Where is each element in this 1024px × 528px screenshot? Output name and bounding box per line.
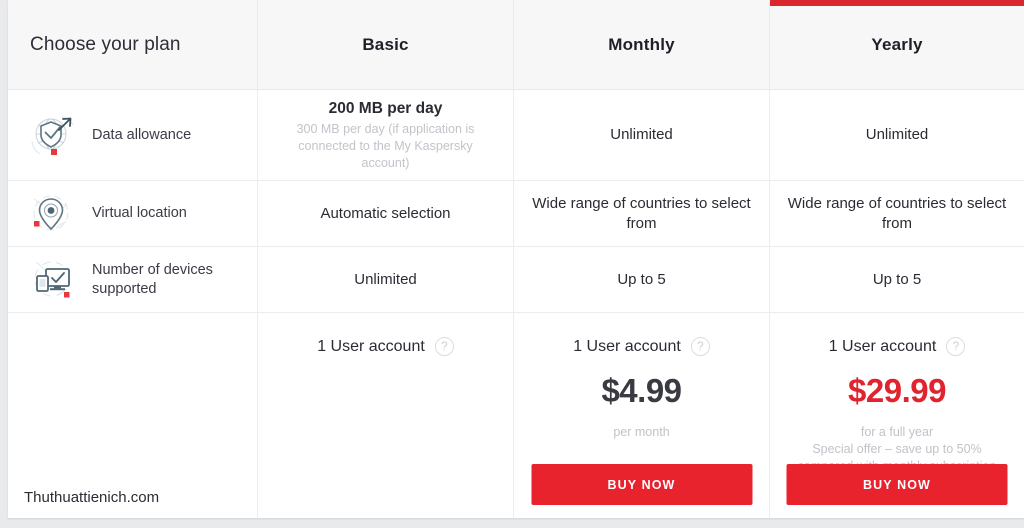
value-main: Wide range of countries to select from: [787, 195, 1007, 232]
value-main: Unlimited: [354, 270, 417, 288]
plan-name-label: Monthly: [608, 34, 675, 54]
account-label: 1 User account: [828, 337, 937, 355]
feature-value-data-allowance-yearly: Unlimited: [770, 90, 1024, 181]
site-watermark: Thuthuattienich.com: [24, 489, 160, 506]
feature-value-virtual-location-yearly: Wide range of countries to select from: [770, 181, 1024, 247]
plan-header-monthly[interactable]: Monthly: [514, 0, 770, 90]
value-main: Unlimited: [610, 126, 673, 144]
feature-value-devices-yearly: Up to 5: [770, 247, 1024, 313]
pricing-cell-basic: 1 User account ?: [258, 313, 514, 518]
account-row: 1 User account ?: [317, 337, 454, 356]
highlight-bar: [770, 0, 1024, 6]
account-label: 1 User account: [317, 337, 425, 355]
value-main: Up to 5: [872, 270, 922, 288]
feature-label: Data allowance: [92, 126, 192, 143]
watermark-cell: Thuthuattienich.com: [8, 313, 258, 518]
plan-header-yearly[interactable]: Yearly: [770, 0, 1024, 90]
value-main: 200 MB per day: [328, 99, 443, 117]
help-icon[interactable]: ?: [946, 337, 966, 356]
buy-now-button-yearly[interactable]: BUY NOW: [786, 464, 1008, 505]
pricing-cell-yearly: 1 User account ? $29.99 for a full year S…: [770, 313, 1024, 518]
feature-label: Virtual location: [92, 205, 187, 222]
feature-value-devices-monthly: Up to 5: [514, 247, 770, 313]
buy-now-button-monthly[interactable]: BUY NOW: [531, 464, 752, 505]
feature-row-label-virtual-location: Virtual location: [8, 181, 258, 247]
plan-name-label: Basic: [362, 34, 409, 54]
feature-value-devices-basic: Unlimited: [258, 247, 514, 313]
account-label: 1 User account: [573, 337, 681, 355]
feature-label: Number of devices supported: [92, 262, 213, 297]
value-main: Unlimited: [865, 126, 929, 144]
shield-check-globe-icon: [26, 111, 82, 159]
value-main: Automatic selection: [320, 204, 451, 222]
feature-row-label-data-allowance: Data allowance: [8, 90, 258, 181]
price-amount: $4.99: [601, 372, 682, 409]
value-main: Wide range of countries to select from: [532, 195, 751, 232]
help-icon[interactable]: ?: [690, 337, 710, 356]
map-pin-icon: [26, 190, 82, 238]
account-row: 1 User account ?: [829, 337, 966, 356]
pricing-table-card: Choose your plan Basic Monthly Yearly Da…: [8, 0, 1024, 518]
value-main: Up to 5: [617, 270, 666, 288]
plan-header-basic[interactable]: Basic: [258, 0, 514, 90]
help-icon[interactable]: ?: [434, 337, 454, 356]
feature-value-virtual-location-basic: Automatic selection: [258, 181, 514, 247]
plan-name-label: Yearly: [871, 34, 923, 54]
pricing-grid: Choose your plan Basic Monthly Yearly Da…: [8, 0, 1024, 518]
price-note: per month: [613, 425, 670, 439]
pricing-cell-monthly: 1 User account ? $4.99 per month BUY NOW: [514, 313, 770, 518]
account-row: 1 User account ?: [573, 337, 710, 356]
price-amount: $29.99: [848, 372, 946, 409]
plan-chooser-title-cell: Choose your plan: [8, 0, 258, 90]
feature-value-data-allowance-basic: 200 MB per day 300 MB per day (if applic…: [258, 90, 514, 181]
feature-value-virtual-location-monthly: Wide range of countries to select from: [514, 181, 770, 247]
feature-row-label-devices: Number of devices supported: [8, 247, 258, 313]
value-sub: 300 MB per day (if application is connec…: [296, 121, 475, 170]
devices-check-icon: [26, 256, 82, 304]
feature-value-data-allowance-monthly: Unlimited: [514, 90, 770, 181]
page-title: Choose your plan: [30, 33, 181, 55]
pricing-page: Choose your plan Basic Monthly Yearly Da…: [0, 0, 1024, 528]
